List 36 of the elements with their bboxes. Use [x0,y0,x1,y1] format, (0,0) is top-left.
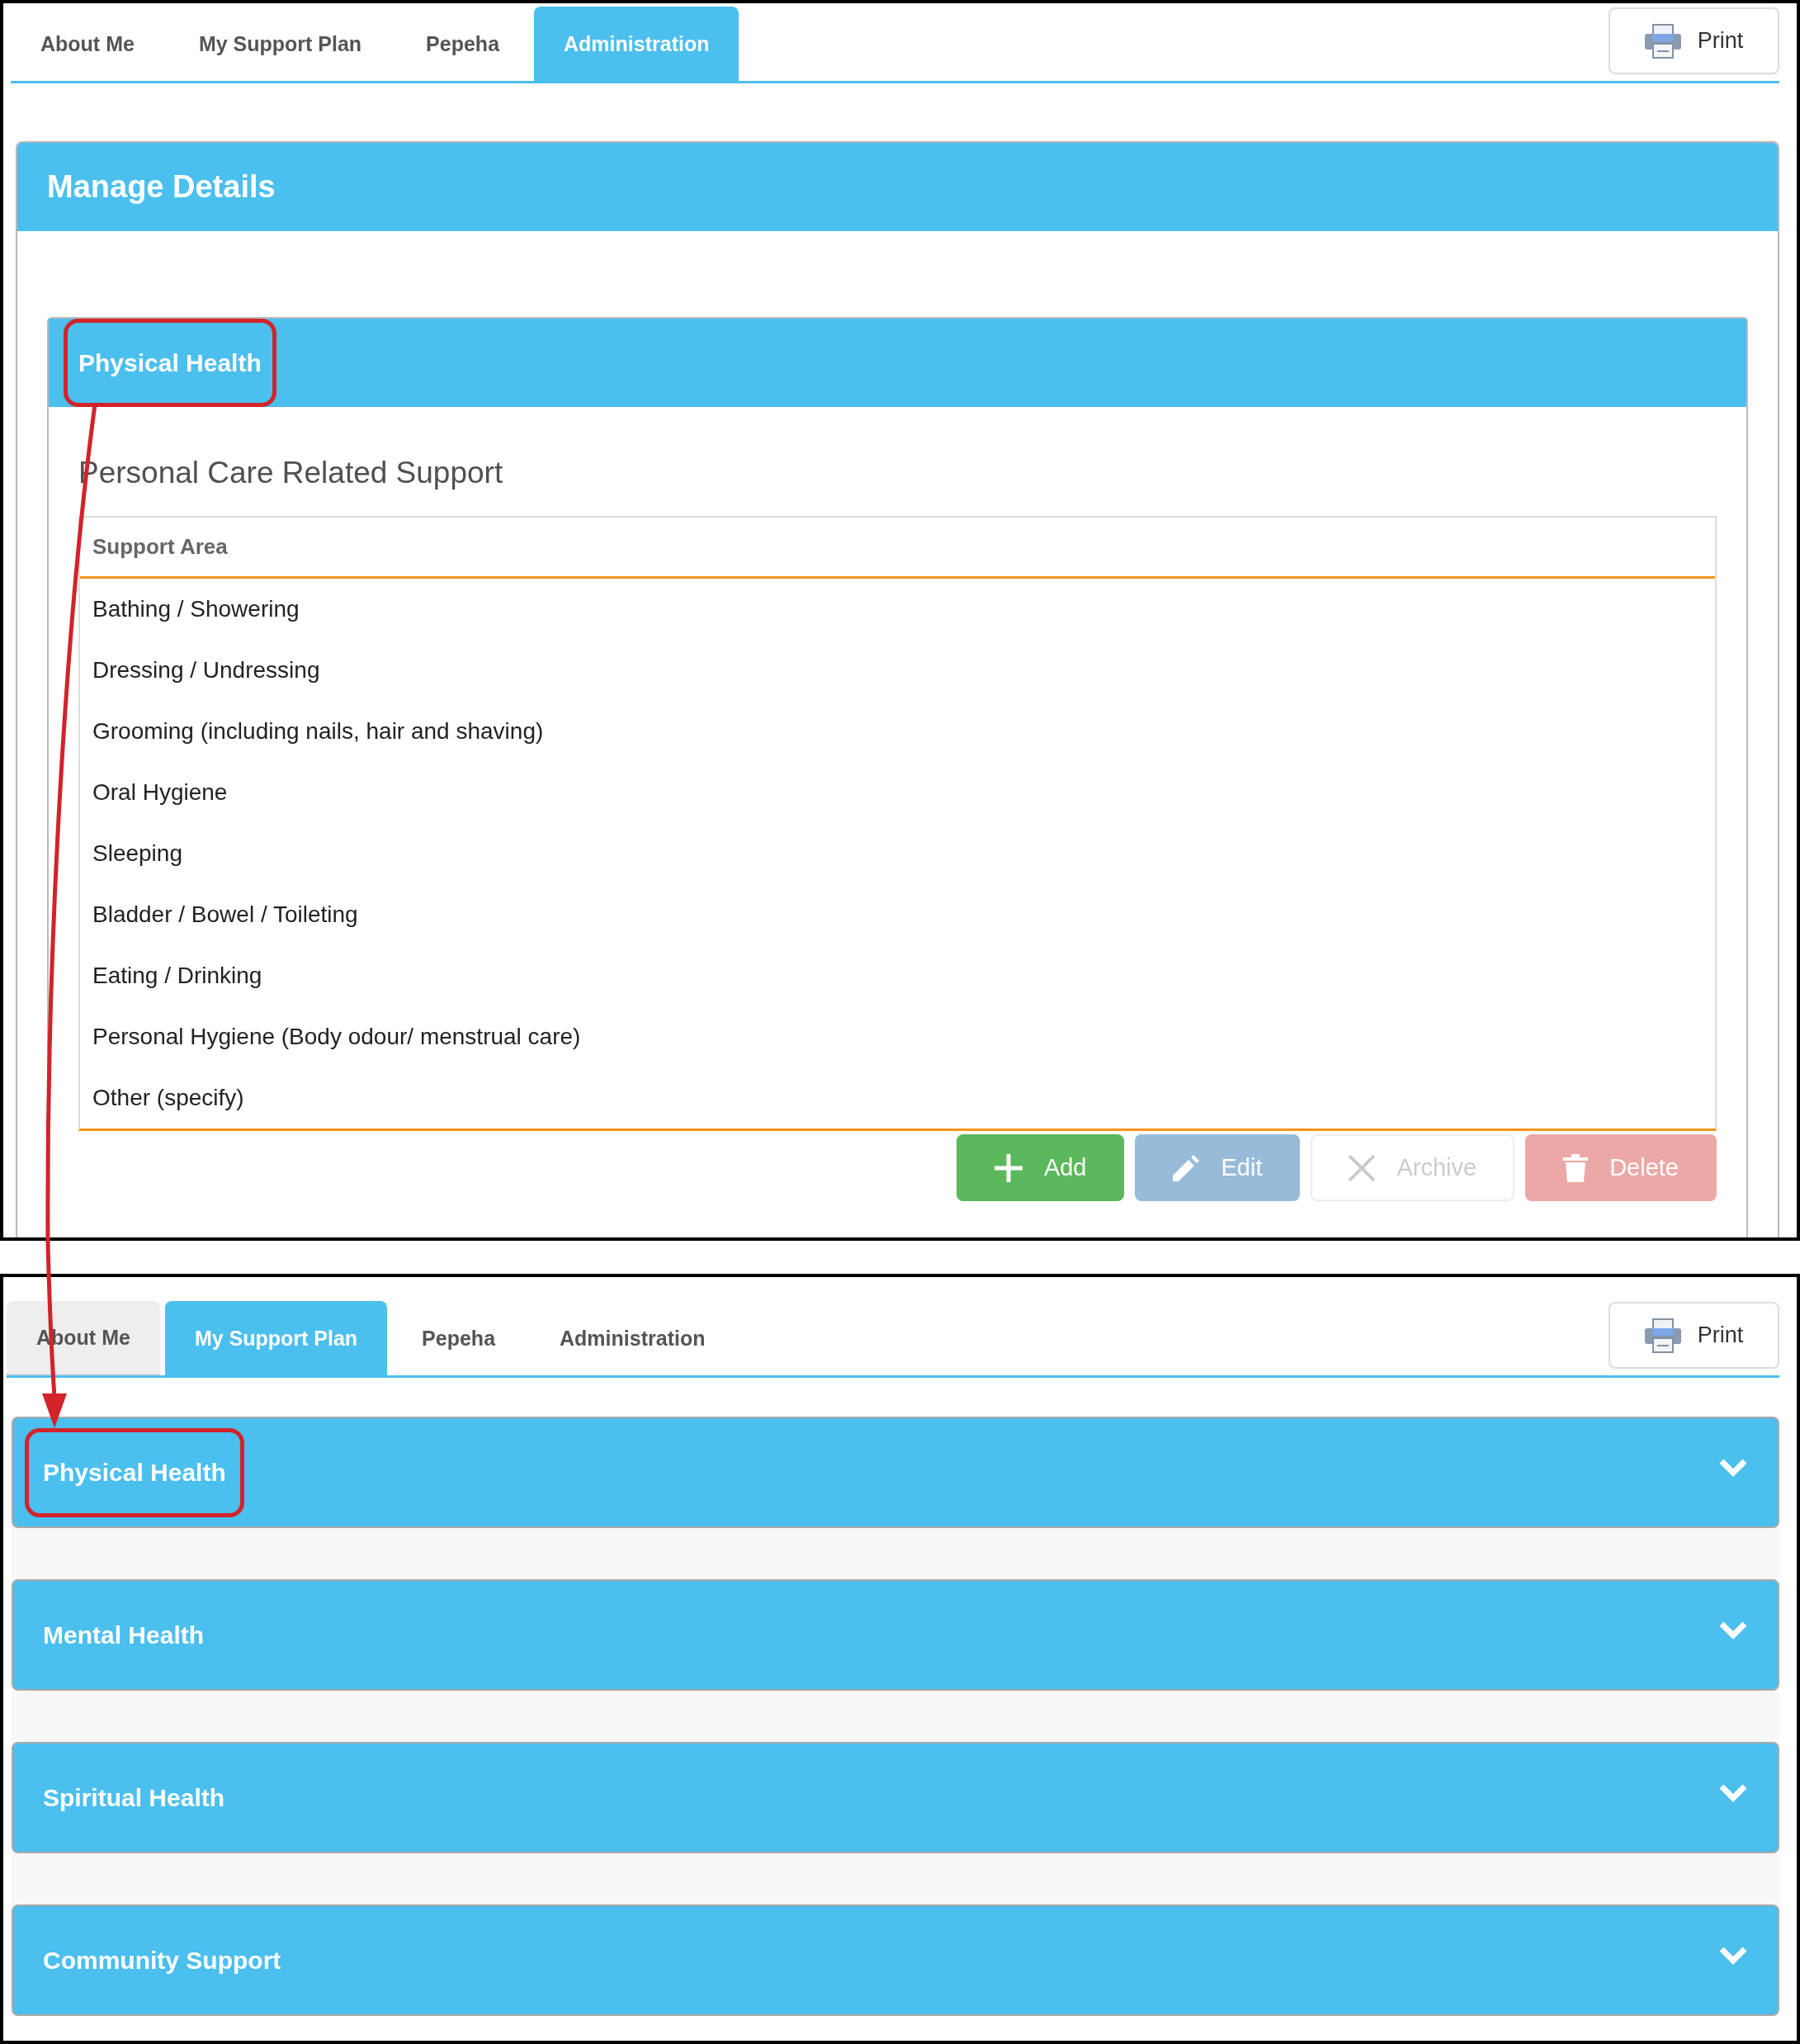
print-button[interactable]: Print [1609,1302,1779,1369]
tab[interactable]: Administration [534,7,739,81]
section-title: Physical Health [64,319,276,407]
table-cell: Other (specify) [92,1085,244,1111]
accordion-title: Mental Health [42,1620,206,1650]
table-cell: Bathing / Showering [92,596,300,622]
accordion-title: Community Support [42,1945,282,1975]
accordion-title: Spiritual Health [42,1782,226,1813]
table-cell: Personal Hygiene (Body odour/ menstrual care) [92,1024,581,1050]
accordion-header[interactable]: Community Support [12,1904,1779,2016]
printer-icon [1644,1318,1681,1353]
table-cell: Bladder / Bowel / Toileting [92,901,358,928]
plus-icon [994,1153,1023,1182]
table-cell: Sleeping [92,840,182,867]
tab[interactable]: About Me [11,7,164,81]
printer-icon [1644,23,1681,59]
cross-icon [1349,1154,1376,1181]
table-cell: Dressing / Undressing [92,657,320,684]
add-button[interactable]: Add [956,1134,1125,1201]
table-cell: Oral Hygiene [92,779,228,806]
trash-icon [1563,1153,1589,1182]
tab[interactable]: Pepeha [396,7,530,81]
accordion-title: Physical Health [25,1427,244,1517]
table-cell: Eating / Drinking [92,963,262,989]
tab[interactable]: Administration [530,1301,735,1375]
tab[interactable]: My Support Plan [168,7,392,81]
panel-title: Manage Details [47,169,276,205]
print-button[interactable]: Print [1609,7,1779,74]
table-cell: Grooming (including nails, hair and shaving) [92,718,544,745]
accordion-header[interactable]: Mental Health [12,1579,1779,1691]
column-header: Support Area [92,534,228,560]
accordion-header[interactable]: Spiritual Health [12,1742,1779,1853]
tab[interactable]: Pepeha [392,1301,526,1375]
accordion-header[interactable]: Physical Health [12,1417,1779,1528]
tab[interactable]: My Support Plan [164,1301,388,1375]
pencil-icon [1173,1154,1200,1181]
